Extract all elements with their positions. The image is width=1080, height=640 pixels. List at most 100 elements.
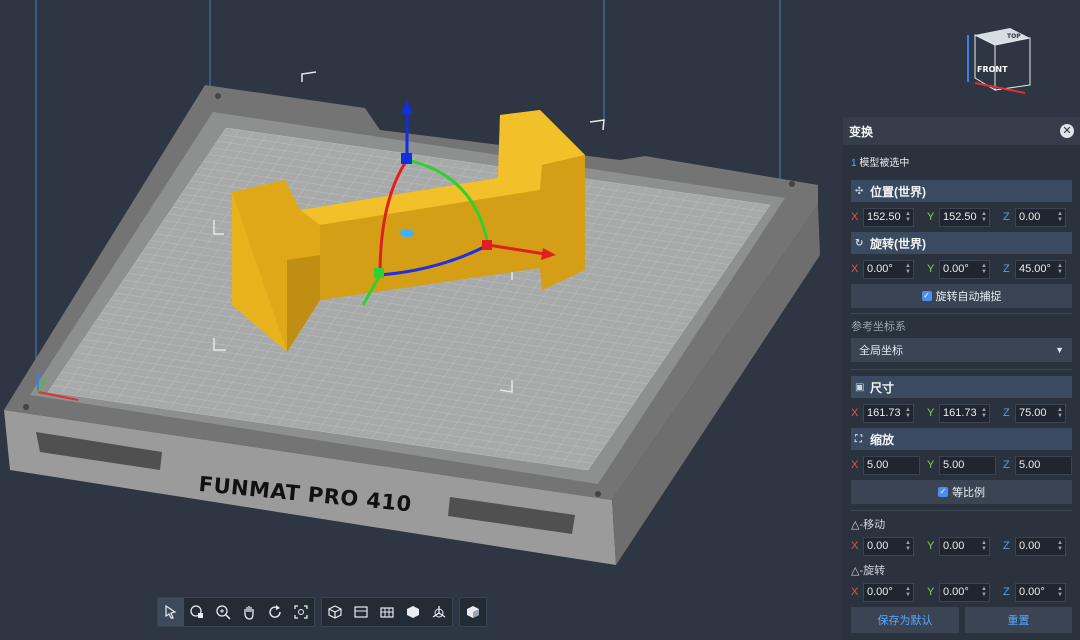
axis-y-label: Y [927, 586, 935, 598]
delta-move-z-input[interactable]: 0.00 ▲ ▼ [1015, 536, 1066, 556]
scale-x-field[interactable]: X 5.00 [851, 455, 920, 475]
position-x-input[interactable]: 152.50 ▲ ▼ [863, 207, 914, 227]
axis-z-label: Z [1003, 263, 1010, 275]
ref-coord-value: 全局坐标 [859, 345, 903, 357]
divider [851, 510, 1072, 511]
delta-rotate-x-field[interactable]: X 0.00° ▲ ▼ [851, 582, 914, 602]
box-view-icon[interactable] [400, 598, 426, 626]
ref-coord-label: 参考坐标系 [851, 321, 906, 333]
delta-move-x-input[interactable]: 0.00 ▲ ▼ [863, 536, 914, 556]
scale-x-input[interactable]: 5.00 [863, 455, 920, 475]
zoom-icon[interactable] [210, 598, 236, 626]
toolbar-group-views [321, 597, 453, 627]
axis-x-label: X [851, 407, 859, 419]
scale-y-input[interactable]: 5.00 [939, 455, 996, 475]
toolbar-group-tools [157, 597, 315, 627]
axes-view-icon[interactable] [426, 598, 452, 626]
size-x-input[interactable]: 161.73 ▲ ▼ [863, 403, 914, 423]
delta-move-x-field[interactable]: X 0.00 ▲ ▼ [851, 536, 914, 556]
axis-z-label: Z [1003, 586, 1010, 598]
position-y-input[interactable]: 152.50 ▲ ▼ [939, 207, 990, 227]
delta-rotate-y-input[interactable]: 0.00° ▲ ▼ [939, 582, 990, 602]
size-z-field[interactable]: Z 75.00 ▲ ▼ [1003, 403, 1066, 423]
toolbar-group-shading [459, 597, 487, 627]
delta-move-y-field[interactable]: Y 0.00 ▲ ▼ [927, 536, 990, 556]
delta-rotate-label: △-旋转 [851, 565, 886, 577]
position-z-input[interactable]: 0.00 ▲ ▼ [1015, 207, 1066, 227]
axis-x-label: X [851, 263, 859, 275]
selection-status: 1 模型被选中 [851, 154, 909, 169]
position-z-field[interactable]: Z 0.00 ▲ ▼ [1003, 207, 1066, 227]
scale-z-input[interactable]: 5.00 [1015, 455, 1072, 475]
size-icon: ▣ [855, 381, 865, 393]
axis-y-label: Y [927, 459, 935, 471]
selection-text: 模型被选中 [859, 158, 910, 169]
nav-cube-top-label: TOP [1007, 33, 1021, 40]
shading-icon[interactable] [460, 598, 486, 626]
rotation-y-field[interactable]: Y 0.00° ▲ ▼ [927, 259, 990, 279]
front-view-icon[interactable] [348, 598, 374, 626]
delta-rotate-y-field[interactable]: Y 0.00° ▲ ▼ [927, 582, 990, 602]
axis-x-label: X [851, 540, 859, 552]
divider [851, 313, 1072, 314]
axis-y-label: Y [927, 263, 935, 275]
rotation-section-header: ↻ 旋转(世界) [851, 232, 1072, 254]
reset-button[interactable]: 重置 [965, 607, 1072, 633]
scale-y-field[interactable]: Y 5.00 [927, 455, 996, 475]
size-y-field[interactable]: Y 161.73 ▲ ▼ [927, 403, 990, 423]
scale-icon: ⛶ [855, 433, 862, 445]
checkbox-checked-icon: ✓ [921, 291, 932, 301]
rotation-y-input[interactable]: 0.00° ▲ ▼ [939, 259, 990, 279]
iso-view-icon[interactable] [322, 598, 348, 626]
transform-panel: 变换 ✕ 1 模型被选中 ✣ 位置(世界) X 152.50 ▲ ▼ Y 152.50 ▲… [843, 117, 1080, 640]
move-icon: ✣ [855, 185, 864, 197]
delta-rotate-z-field[interactable]: Z 0.00° ▲ ▼ [1003, 582, 1066, 602]
size-z-input[interactable]: 75.00 ▲ ▼ [1015, 403, 1066, 423]
axis-x-label: X [851, 211, 859, 223]
rotate-icon: ↻ [855, 237, 864, 249]
rotation-x-input[interactable]: 0.00° ▲ ▼ [863, 259, 914, 279]
checkbox-checked-icon: ✓ [938, 487, 948, 497]
panel-title: 变换 [849, 124, 874, 139]
size-x-field[interactable]: X 161.73 ▲ ▼ [851, 403, 914, 423]
selection-count: 1 [851, 158, 857, 169]
axis-z-label: Z [1003, 540, 1010, 552]
scale-z-field[interactable]: Z 5.00 [1003, 455, 1072, 475]
divider [851, 369, 1072, 370]
uniform-scale-toggle[interactable]: ✓ 等比例 [851, 480, 1072, 504]
axis-y-label: Y [927, 540, 935, 552]
ref-coord-select[interactable]: 全局坐标 ▼ [851, 338, 1072, 362]
delta-rotate-x-input[interactable]: 0.00° ▲ ▼ [863, 582, 914, 602]
dropdown-arrow-icon: ▼ [1055, 345, 1064, 355]
position-x-field[interactable]: X 152.50 ▲ ▼ [851, 207, 914, 227]
delta-move-z-field[interactable]: Z 0.00 ▲ ▼ [1003, 536, 1066, 556]
delta-rotate-z-input[interactable]: 0.00° ▲ ▼ [1015, 582, 1066, 602]
rotation-label: 旋转(世界) [870, 236, 926, 251]
rotation-z-field[interactable]: Z 45.00° ▲ ▼ [1003, 259, 1066, 279]
delta-move-label: △-移动 [851, 519, 886, 531]
axis-z-label: Z [1003, 407, 1010, 419]
view-toolbar [157, 597, 487, 627]
scale-label: 缩放 [870, 432, 895, 447]
rotation-z-input[interactable]: 45.00° ▲ ▼ [1015, 259, 1066, 279]
view-model-icon[interactable] [184, 598, 210, 626]
pan-hand-icon[interactable] [236, 598, 262, 626]
rotation-x-field[interactable]: X 0.00° ▲ ▼ [851, 259, 914, 279]
rotation-snap-label: 旋转自动捕捉 [935, 291, 1002, 303]
rotate-view-icon[interactable] [262, 598, 288, 626]
axis-y-label: Y [927, 407, 935, 419]
delta-move-y-input[interactable]: 0.00 ▲ ▼ [939, 536, 990, 556]
save-default-button[interactable]: 保存为默认 [851, 607, 959, 633]
size-y-input[interactable]: 161.73 ▲ ▼ [939, 403, 990, 423]
position-y-field[interactable]: Y 152.50 ▲ ▼ [927, 207, 990, 227]
close-icon[interactable]: ✕ [1060, 124, 1074, 138]
select-icon[interactable] [158, 598, 184, 626]
nav-cube-front-label: FRONT [977, 65, 1008, 74]
nav-cube[interactable]: TOP FRONT [965, 20, 1040, 95]
rotation-snap-toggle[interactable]: ✓ 旋转自动捕捉 [851, 284, 1072, 308]
fit-view-icon[interactable] [288, 598, 314, 626]
grid-view-icon[interactable] [374, 598, 400, 626]
axis-x-label: X [851, 459, 859, 471]
panel-header: 变换 ✕ [843, 117, 1080, 145]
size-section-header: ▣ 尺寸 [851, 376, 1072, 398]
